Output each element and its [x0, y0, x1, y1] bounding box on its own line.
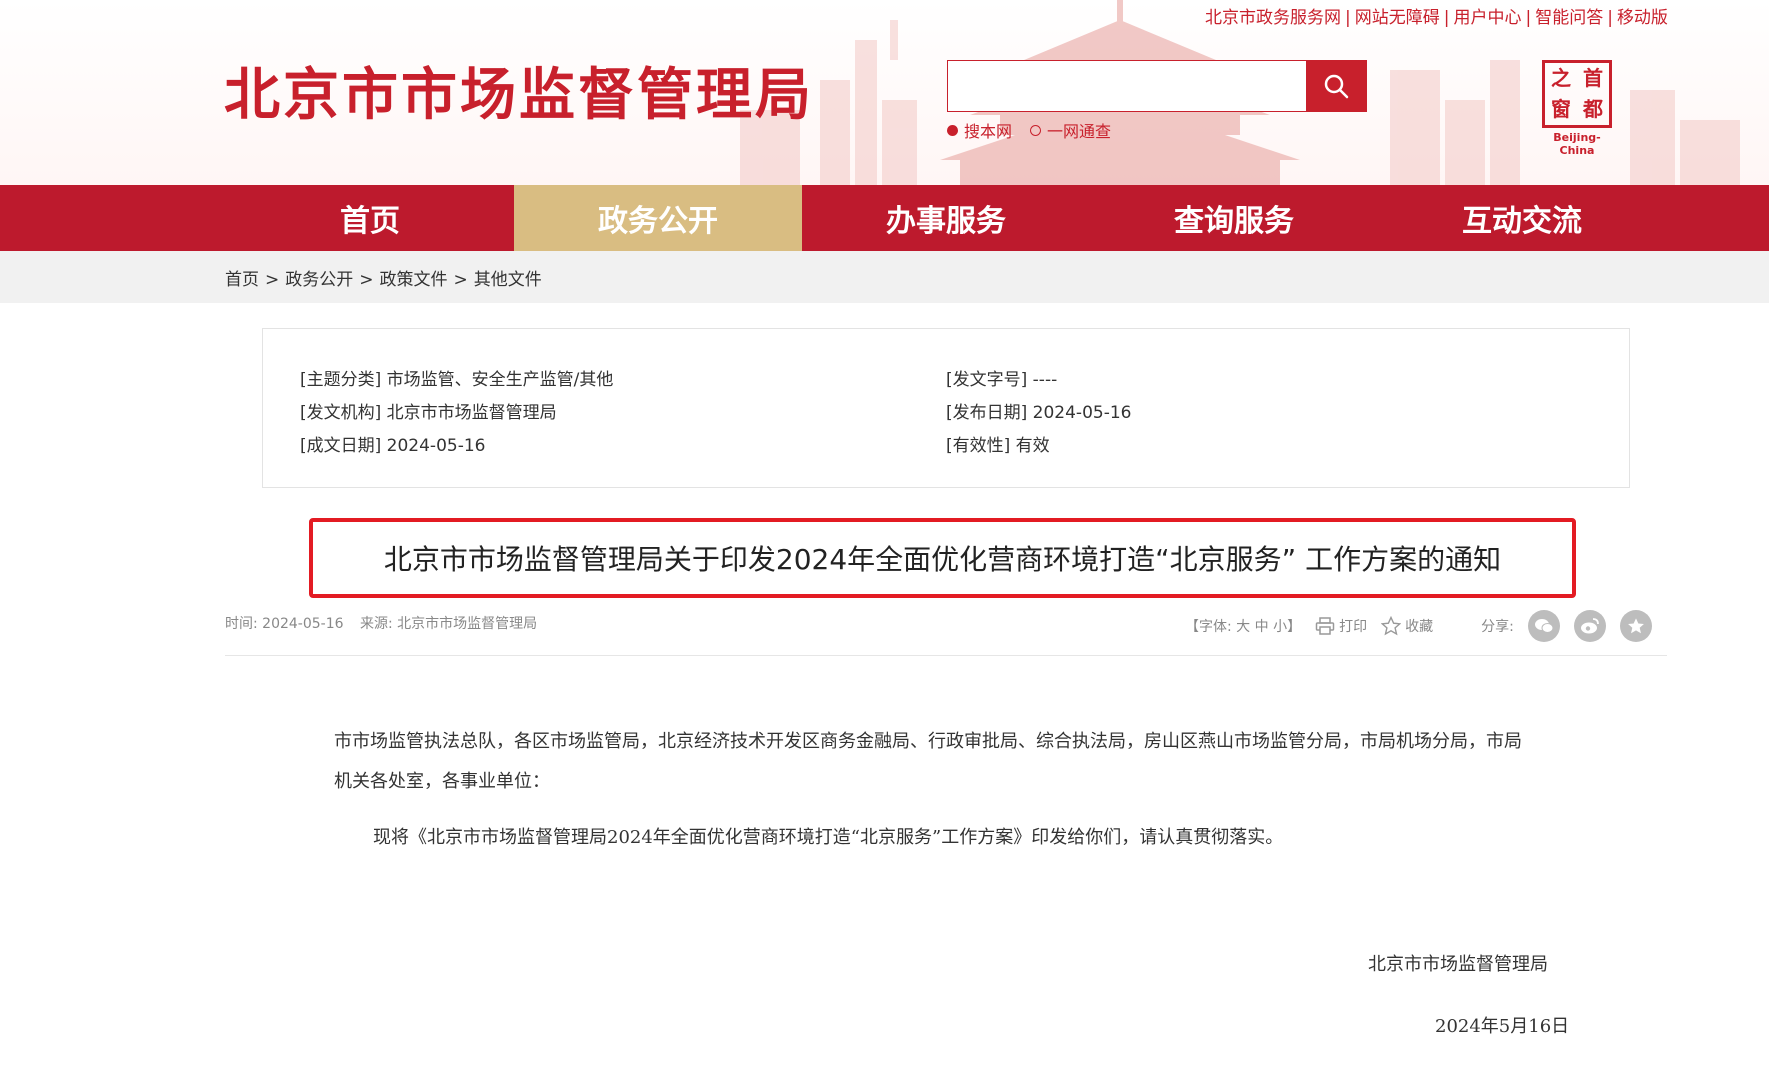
title-highlight-box: 北京市市场监督管理局关于印发2024年全面优化营商环境打造“北京服务” 工作方案…	[309, 518, 1576, 598]
top-link-gov-service[interactable]: 北京市政务服务网	[1205, 8, 1341, 28]
body-paragraph-recipients: 市市场监管执法总队，各区市场监管局，北京经济技术开发区商务金融局、行政审批局、综…	[334, 731, 1522, 792]
radio-checked-icon	[947, 124, 958, 136]
font-size-switch[interactable]: 【字体: 大 中 小】	[1185, 616, 1301, 636]
info-published-date: [发布日期] 2024-05-16	[946, 398, 1131, 423]
share-weibo-button[interactable]	[1573, 610, 1606, 642]
info-label: [发文字号]	[946, 370, 1028, 390]
radio-unchecked-icon	[1030, 124, 1042, 136]
info-label: [发布日期]	[946, 403, 1028, 423]
scope-radio-all[interactable]: 一网通查	[1030, 118, 1111, 142]
nav-item-home[interactable]: 首页	[226, 185, 514, 251]
info-value: ----	[1032, 370, 1058, 390]
logo-char: 都	[1583, 97, 1603, 121]
logo-char: 窗	[1551, 97, 1571, 121]
info-created-date: [成文日期] 2024-05-16	[300, 431, 485, 456]
print-button[interactable]: 打印	[1315, 616, 1367, 636]
info-value: 市场监管、安全生产监管/其他	[386, 370, 614, 390]
info-label: [有效性]	[946, 436, 1011, 456]
favorite-button[interactable]: 收藏	[1381, 616, 1433, 636]
favorite-label: 收藏	[1405, 619, 1434, 635]
nav-item-query[interactable]: 查询服务	[1090, 185, 1378, 251]
article-tools: 【字体: 大 中 小】 打印 收藏 分享:	[1185, 610, 1652, 642]
body-paragraph-notice: 现将《北京市市场监督管理局2024年全面优化营商环境打造“北京服务”工作方案》印…	[373, 827, 1284, 848]
info-value: 有效	[1015, 436, 1050, 456]
article-title: 北京市市场监督管理局关于印发2024年全面优化营商环境打造“北京服务” 工作方案…	[383, 543, 1502, 576]
info-label: [成文日期]	[300, 436, 382, 456]
share-favorite-button[interactable]	[1619, 610, 1652, 642]
document-info-box: [主题分类] 市场监管、安全生产监管/其他 [发文机构] 北京市市场监督管理局 …	[262, 328, 1630, 488]
info-label: [主题分类]	[300, 370, 382, 390]
article-meta: 时间: 2024-05-16 来源: 北京市市场监督管理局	[225, 613, 537, 633]
info-value: 北京市市场监督管理局	[386, 403, 557, 423]
site-header: 北京市市场监督管理局 北京市政务服务网 | 网站无障碍 | 用户中心 | 智能问答 | 移动版 …	[0, 0, 1769, 185]
nav-item-gov-affairs[interactable]: 政务公开	[514, 185, 802, 251]
article-source: 来源: 北京市市场监督管理局	[359, 616, 538, 632]
top-link-mobile[interactable]: 移动版	[1617, 8, 1668, 28]
signature-issuer: 北京市市场监督管理局	[1368, 954, 1548, 975]
star-filled-icon	[1627, 618, 1644, 634]
star-icon	[1381, 616, 1402, 636]
search-input[interactable]	[948, 61, 1306, 111]
print-label: 打印	[1339, 619, 1368, 635]
breadcrumb-bar: 首页 > 政务公开 > 政策文件 > 其他文件	[0, 251, 1769, 303]
search-icon	[1324, 74, 1349, 99]
logo-seal: 之 首 窗 都	[1542, 60, 1612, 128]
breadcrumb-home[interactable]: 首页	[225, 270, 259, 290]
info-label: [发文机构]	[300, 403, 382, 423]
site-title: 北京市市场监督管理局	[224, 63, 814, 128]
info-value: 2024-05-16	[386, 436, 486, 456]
wechat-icon	[1534, 619, 1554, 633]
breadcrumb-gov-affairs[interactable]: 政务公开	[285, 270, 353, 290]
printer-icon	[1315, 617, 1335, 635]
logo-char: 首	[1583, 66, 1603, 90]
top-link-smart-qa[interactable]: 智能问答	[1535, 8, 1603, 28]
breadcrumb-other-docs[interactable]: 其他文件	[474, 270, 542, 290]
top-link-user-center[interactable]: 用户中心	[1453, 8, 1521, 28]
logo-subtitle: Beijing-China	[1553, 131, 1601, 157]
scope-label-all: 一网通查	[1047, 122, 1112, 141]
share-wechat-button[interactable]	[1527, 610, 1560, 642]
search-bar	[947, 60, 1367, 112]
nav-item-services[interactable]: 办事服务	[802, 185, 1090, 251]
info-doc-number: [发文字号] ----	[946, 365, 1057, 390]
info-validity: [有效性] 有效	[946, 431, 1050, 456]
main-nav: 首页 政务公开 办事服务 查询服务 互动交流	[0, 185, 1769, 251]
breadcrumb: 首页 > 政务公开 > 政策文件 > 其他文件	[225, 270, 542, 290]
search-button[interactable]	[1306, 61, 1366, 111]
info-issuer: [发文机构] 北京市市场监督管理局	[300, 398, 557, 423]
breadcrumb-policy-docs[interactable]: 政策文件	[380, 270, 448, 290]
publish-time: 时间: 2024-05-16	[225, 616, 344, 632]
share-label: 分享:	[1481, 619, 1514, 635]
content-divider	[225, 655, 1667, 656]
top-link-accessibility[interactable]: 网站无障碍	[1355, 8, 1440, 28]
nav-item-interaction[interactable]: 互动交流	[1378, 185, 1666, 251]
top-links: 北京市政务服务网 | 网站无障碍 | 用户中心 | 智能问答 | 移动版	[1205, 8, 1668, 28]
scope-radio-site[interactable]: 搜本网	[947, 118, 1012, 142]
weibo-icon	[1580, 618, 1599, 634]
search-scope-options: 搜本网 一网通查	[947, 118, 1111, 142]
scope-label-site: 搜本网	[964, 122, 1013, 141]
info-value: 2024-05-16	[1032, 403, 1132, 423]
signature-date: 2024年5月16日	[1435, 1016, 1570, 1037]
capital-window-logo[interactable]: 之 首 窗 都 Beijing-China	[1537, 60, 1617, 157]
info-subject: [主题分类] 市场监管、安全生产监管/其他	[300, 365, 613, 390]
logo-char: 之	[1551, 66, 1571, 90]
